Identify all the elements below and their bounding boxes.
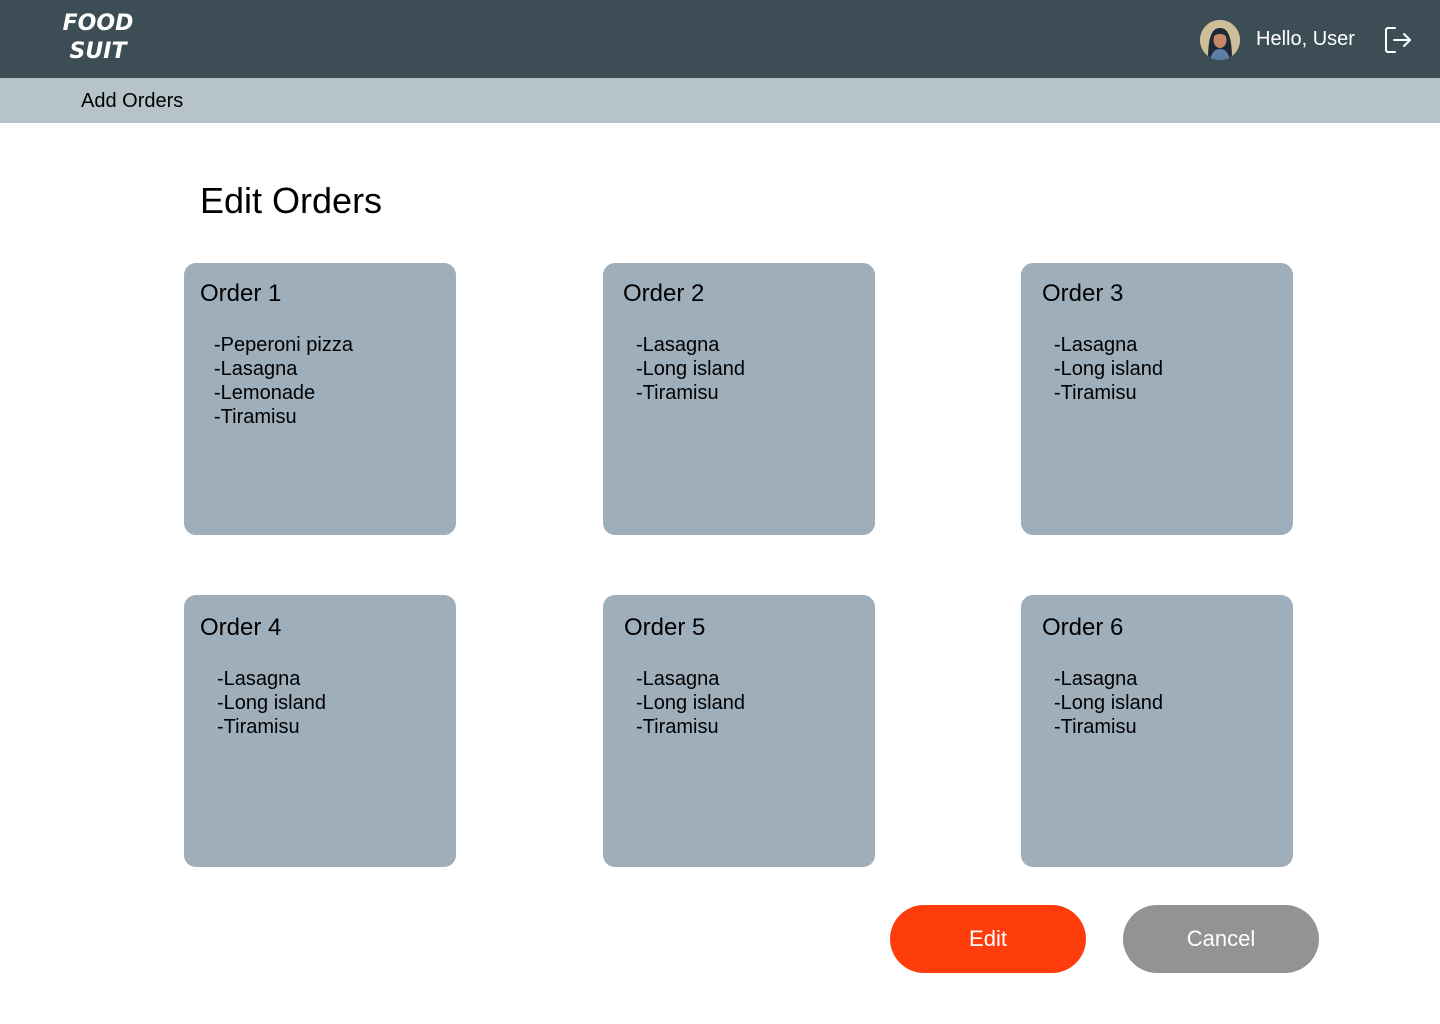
add-orders-link[interactable]: Add Orders: [81, 89, 183, 113]
cancel-button[interactable]: Cancel: [1123, 905, 1319, 973]
order-title: Order 4: [200, 614, 282, 641]
order-card-2[interactable]: Order 2 -Lasagna -Long island -Tiramisu: [603, 263, 875, 535]
order-item: -Lasagna: [636, 668, 720, 690]
order-title: Order 5: [624, 614, 706, 641]
logo-line-1: FOOD: [62, 11, 134, 36]
order-items-list: -Lasagna -Long island -Tiramisu: [636, 333, 745, 405]
order-item: -Lasagna: [636, 334, 720, 356]
order-item: -Tiramisu: [217, 716, 300, 738]
food-suit-logo[interactable]: FOOD SUIT: [62, 10, 134, 66]
order-items-list: -Lasagna -Long island -Tiramisu: [1054, 333, 1163, 405]
order-item: -Long island: [636, 358, 745, 380]
order-card-1[interactable]: Order 1 -Peperoni pizza -Lasagna -Lemona…: [184, 263, 456, 535]
order-items-list: -Lasagna -Long island -Tiramisu: [1054, 667, 1163, 739]
order-item: -Long island: [217, 692, 326, 714]
order-item: -Long island: [1054, 358, 1163, 380]
order-item: -Lasagna: [217, 668, 301, 690]
order-item: -Lasagna: [1054, 668, 1138, 690]
order-title: Order 1: [200, 280, 282, 307]
order-item: -Lasagna: [1054, 334, 1138, 356]
edit-button[interactable]: Edit: [890, 905, 1086, 973]
order-title: Order 6: [1042, 614, 1124, 641]
sub-navigation-bar: [0, 78, 1440, 123]
order-item: -Tiramisu: [636, 716, 719, 738]
page-title: Edit Orders: [200, 180, 383, 221]
order-item: -Long island: [636, 692, 745, 714]
order-item: -Tiramisu: [1054, 382, 1137, 404]
order-item: -Tiramisu: [636, 382, 719, 404]
order-item: -Tiramisu: [1054, 716, 1137, 738]
order-title: Order 2: [623, 280, 705, 307]
user-avatar-icon[interactable]: [1200, 20, 1240, 60]
order-card-6[interactable]: Order 6 -Lasagna -Long island -Tiramisu: [1021, 595, 1293, 867]
order-item: -Lemonade: [214, 382, 316, 404]
logo-line-2: SUIT: [69, 39, 127, 64]
order-item: -Long island: [1054, 692, 1163, 714]
greeting-text: Hello, User: [1256, 28, 1355, 50]
order-items-list: -Peperoni pizza -Lasagna -Lemonade -Tira…: [214, 333, 353, 429]
order-item: -Peperoni pizza: [214, 334, 353, 356]
order-items-list: -Lasagna -Long island -Tiramisu: [217, 667, 326, 739]
order-items-list: -Lasagna -Long island -Tiramisu: [636, 667, 745, 739]
order-item: -Tiramisu: [214, 406, 297, 428]
order-card-3[interactable]: Order 3 -Lasagna -Long island -Tiramisu: [1021, 263, 1293, 535]
order-item: -Lasagna: [214, 358, 298, 380]
order-title: Order 3: [1042, 280, 1124, 307]
logout-icon[interactable]: [1383, 25, 1413, 55]
avatar-image: [1200, 20, 1240, 60]
order-card-5[interactable]: Order 5 -Lasagna -Long island -Tiramisu: [603, 595, 875, 867]
order-card-4[interactable]: Order 4 -Lasagna -Long island -Tiramisu: [184, 595, 456, 867]
